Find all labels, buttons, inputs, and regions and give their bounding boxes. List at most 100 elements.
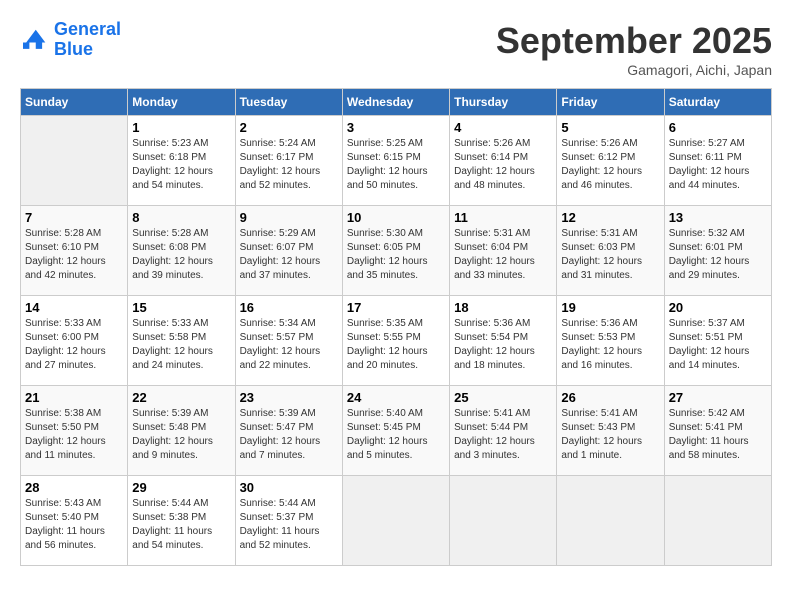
calendar-cell: 21Sunrise: 5:38 AM Sunset: 5:50 PM Dayli…	[21, 386, 128, 476]
weekday-header-cell: Friday	[557, 89, 664, 116]
calendar-cell: 18Sunrise: 5:36 AM Sunset: 5:54 PM Dayli…	[450, 296, 557, 386]
day-number: 20	[669, 300, 767, 315]
calendar-cell: 10 Sunrise: 5:30 AM Sunset: 6:05 PM Dayli…	[342, 206, 449, 296]
cell-info: Sunrise: 5:27 AM Sunset: 6:11 PM Dayligh…	[669, 137, 767, 193]
cell-info: Sunrise: 5:42 AM Sunset: 5:41 PM Dayligh…	[669, 407, 767, 463]
day-number: 8	[132, 210, 230, 225]
calendar-cell: 1 Sunrise: 5:23 AM Sunset: 6:18 PM Daylig…	[128, 116, 235, 206]
logo-text: General Blue	[54, 20, 121, 60]
calendar-cell: 2Sunrise: 5:24 AM Sunset: 6:17 PM Daylig…	[235, 116, 342, 206]
day-number: 27	[669, 390, 767, 405]
day-number: 26	[561, 390, 659, 405]
cell-info: Sunrise: 5:28 AM Sunset: 6:08 PM Dayligh…	[132, 227, 230, 283]
cell-info: Sunrise: 5:23 AM Sunset: 6:18 PM Dayligh…	[132, 137, 230, 193]
title-block: September 2025 Gamagori, Aichi, Japan	[496, 20, 772, 78]
day-number: 6	[669, 120, 767, 135]
cell-info: Sunrise: 5:31 AM Sunset: 6:04 PM Dayligh…	[454, 227, 552, 283]
calendar-cell: 5 Sunrise: 5:26 AM Sunset: 6:12 PM Daylig…	[557, 116, 664, 206]
day-number: 9	[240, 210, 338, 225]
calendar-cell	[664, 476, 771, 566]
month-title: September 2025	[496, 20, 772, 62]
cell-info: Sunrise: 5:26 AM Sunset: 6:12 PM Dayligh…	[561, 137, 659, 193]
cell-info: Sunrise: 5:35 AM Sunset: 5:55 PM Dayligh…	[347, 317, 445, 373]
day-number: 11	[454, 210, 552, 225]
cell-info: Sunrise: 5:41 AM Sunset: 5:43 PM Dayligh…	[561, 407, 659, 463]
calendar-cell: 17Sunrise: 5:35 AM Sunset: 5:55 PM Dayli…	[342, 296, 449, 386]
weekday-header-cell: Monday	[128, 89, 235, 116]
calendar-cell: 7 Sunrise: 5:28 AM Sunset: 6:10 PM Daylig…	[21, 206, 128, 296]
day-number: 5	[561, 120, 659, 135]
logo-line1: General	[54, 19, 121, 39]
weekday-header-cell: Tuesday	[235, 89, 342, 116]
location-subtitle: Gamagori, Aichi, Japan	[496, 62, 772, 78]
day-number: 14	[25, 300, 123, 315]
weekday-header-cell: Saturday	[664, 89, 771, 116]
calendar-cell: 14 Sunrise: 5:33 AM Sunset: 6:00 PM Dayli…	[21, 296, 128, 386]
day-number: 29	[132, 480, 230, 495]
calendar-cell: 25Sunrise: 5:41 AM Sunset: 5:44 PM Dayli…	[450, 386, 557, 476]
cell-info: Sunrise: 5:41 AM Sunset: 5:44 PM Dayligh…	[454, 407, 552, 463]
cell-info: Sunrise: 5:33 AM Sunset: 6:00 PM Dayligh…	[25, 317, 123, 373]
day-number: 3	[347, 120, 445, 135]
calendar-week-row: 14 Sunrise: 5:33 AM Sunset: 6:00 PM Dayli…	[21, 296, 772, 386]
calendar-cell: 28 Sunrise: 5:43 AM Sunset: 5:40 PM Dayli…	[21, 476, 128, 566]
day-number: 16	[240, 300, 338, 315]
cell-info: Sunrise: 5:44 AM Sunset: 5:38 PM Dayligh…	[132, 497, 230, 553]
day-number: 24	[347, 390, 445, 405]
day-number: 30	[240, 480, 338, 495]
calendar-cell: 6 Sunrise: 5:27 AM Sunset: 6:11 PM Daylig…	[664, 116, 771, 206]
cell-info: Sunrise: 5:37 AM Sunset: 5:51 PM Dayligh…	[669, 317, 767, 373]
cell-info: Sunrise: 5:40 AM Sunset: 5:45 PM Dayligh…	[347, 407, 445, 463]
calendar-cell: 9 Sunrise: 5:29 AM Sunset: 6:07 PM Daylig…	[235, 206, 342, 296]
calendar-week-row: 28 Sunrise: 5:43 AM Sunset: 5:40 PM Dayli…	[21, 476, 772, 566]
logo-line2: Blue	[54, 40, 121, 60]
calendar-cell: 26 Sunrise: 5:41 AM Sunset: 5:43 PM Dayli…	[557, 386, 664, 476]
weekday-header-row: SundayMondayTuesdayWednesdayThursdayFrid…	[21, 89, 772, 116]
cell-info: Sunrise: 5:43 AM Sunset: 5:40 PM Dayligh…	[25, 497, 123, 553]
cell-info: Sunrise: 5:26 AM Sunset: 6:14 PM Dayligh…	[454, 137, 552, 193]
cell-info: Sunrise: 5:32 AM Sunset: 6:01 PM Dayligh…	[669, 227, 767, 283]
calendar-week-row: 1 Sunrise: 5:23 AM Sunset: 6:18 PM Daylig…	[21, 116, 772, 206]
calendar-cell: 19Sunrise: 5:36 AM Sunset: 5:53 PM Dayli…	[557, 296, 664, 386]
cell-info: Sunrise: 5:28 AM Sunset: 6:10 PM Dayligh…	[25, 227, 123, 283]
day-number: 28	[25, 480, 123, 495]
day-number: 18	[454, 300, 552, 315]
cell-info: Sunrise: 5:29 AM Sunset: 6:07 PM Dayligh…	[240, 227, 338, 283]
day-number: 10	[347, 210, 445, 225]
calendar-cell: 8 Sunrise: 5:28 AM Sunset: 6:08 PM Daylig…	[128, 206, 235, 296]
day-number: 4	[454, 120, 552, 135]
day-number: 7	[25, 210, 123, 225]
calendar-week-row: 7 Sunrise: 5:28 AM Sunset: 6:10 PM Daylig…	[21, 206, 772, 296]
calendar-cell: 12Sunrise: 5:31 AM Sunset: 6:03 PM Dayli…	[557, 206, 664, 296]
weekday-header-cell: Thursday	[450, 89, 557, 116]
cell-info: Sunrise: 5:30 AM Sunset: 6:05 PM Dayligh…	[347, 227, 445, 283]
cell-info: Sunrise: 5:39 AM Sunset: 5:47 PM Dayligh…	[240, 407, 338, 463]
calendar-cell: 23 Sunrise: 5:39 AM Sunset: 5:47 PM Dayli…	[235, 386, 342, 476]
cell-info: Sunrise: 5:33 AM Sunset: 5:58 PM Dayligh…	[132, 317, 230, 373]
day-number: 1	[132, 120, 230, 135]
calendar-cell: 11 Sunrise: 5:31 AM Sunset: 6:04 PM Dayli…	[450, 206, 557, 296]
day-number: 22	[132, 390, 230, 405]
calendar-cell	[21, 116, 128, 206]
cell-info: Sunrise: 5:38 AM Sunset: 5:50 PM Dayligh…	[25, 407, 123, 463]
calendar-cell: 27 Sunrise: 5:42 AM Sunset: 5:41 PM Dayli…	[664, 386, 771, 476]
calendar-cell: 15 Sunrise: 5:33 AM Sunset: 5:58 PM Dayli…	[128, 296, 235, 386]
day-number: 13	[669, 210, 767, 225]
calendar-cell: 20 Sunrise: 5:37 AM Sunset: 5:51 PM Dayli…	[664, 296, 771, 386]
day-number: 15	[132, 300, 230, 315]
calendar-week-row: 21Sunrise: 5:38 AM Sunset: 5:50 PM Dayli…	[21, 386, 772, 476]
calendar-cell: 4 Sunrise: 5:26 AM Sunset: 6:14 PM Daylig…	[450, 116, 557, 206]
calendar-cell: 3 Sunrise: 5:25 AM Sunset: 6:15 PM Daylig…	[342, 116, 449, 206]
calendar-table: SundayMondayTuesdayWednesdayThursdayFrid…	[20, 88, 772, 566]
cell-info: Sunrise: 5:34 AM Sunset: 5:57 PM Dayligh…	[240, 317, 338, 373]
calendar-cell: 30Sunrise: 5:44 AM Sunset: 5:37 PM Dayli…	[235, 476, 342, 566]
weekday-header-cell: Sunday	[21, 89, 128, 116]
cell-info: Sunrise: 5:39 AM Sunset: 5:48 PM Dayligh…	[132, 407, 230, 463]
calendar-body: 1 Sunrise: 5:23 AM Sunset: 6:18 PM Daylig…	[21, 116, 772, 566]
day-number: 19	[561, 300, 659, 315]
calendar-cell: 22 Sunrise: 5:39 AM Sunset: 5:48 PM Dayli…	[128, 386, 235, 476]
cell-info: Sunrise: 5:25 AM Sunset: 6:15 PM Dayligh…	[347, 137, 445, 193]
weekday-header-cell: Wednesday	[342, 89, 449, 116]
day-number: 23	[240, 390, 338, 405]
calendar-cell: 24 Sunrise: 5:40 AM Sunset: 5:45 PM Dayli…	[342, 386, 449, 476]
